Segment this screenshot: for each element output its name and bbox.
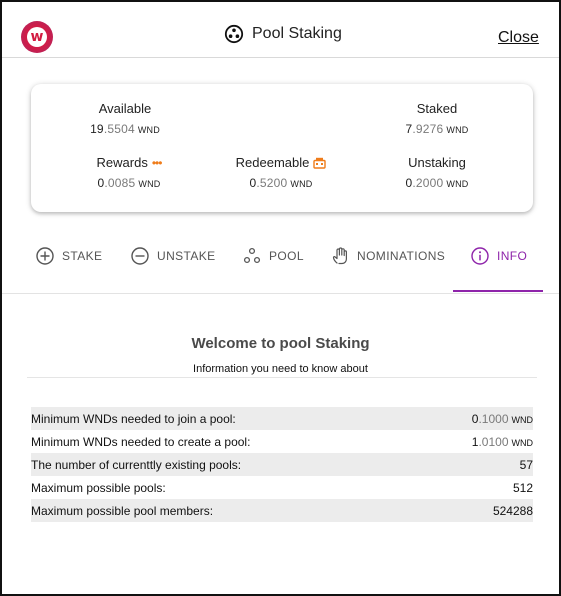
- welcome-subtitle: Information you need to know about: [193, 363, 368, 375]
- minus-circle-icon: [131, 247, 149, 265]
- row-label: The number of currenttly existing pools:: [31, 457, 242, 472]
- balances-card: Available 19.5504 WND Staked 7.9276 WND Re…: [31, 84, 533, 212]
- welcome-heading: Welcome to pool Staking: [191, 335, 370, 352]
- rewards-label: Rewards: [96, 155, 148, 170]
- page-title-group: Pool Staking: [224, 24, 342, 44]
- unstaking-label: Unstaking: [408, 155, 466, 170]
- row-label: Maximum possible pools:: [31, 480, 166, 495]
- redeemable-balance: Redeemable 0.5200 WND: [231, 154, 331, 190]
- tab-stake-label: STAKE: [62, 249, 103, 263]
- redeemable-label: Redeemable: [235, 155, 310, 170]
- table-row: Maximum possible pool members: 524288: [31, 499, 533, 522]
- plus-circle-icon: [36, 247, 54, 265]
- pool-icon: [243, 247, 261, 264]
- logo-letter: w: [27, 27, 47, 47]
- staked-balance: Staked 7.9276 WND: [387, 100, 487, 136]
- tab-nominations[interactable]: NOMINATIONS: [330, 238, 445, 294]
- table-row: The number of currenttly existing pools:…: [31, 453, 533, 476]
- pool-staking-icon: [224, 24, 244, 44]
- tab-nominations-label: NOMINATIONS: [357, 249, 446, 263]
- more-dots-icon[interactable]: •••: [152, 157, 163, 169]
- popup-window: w Pool Staking Close Available 19.5504 WN…: [0, 0, 561, 596]
- staking-tabs: STAKE UNSTAKE POOL NOMINATIONS INFO: [2, 238, 559, 294]
- info-icon: [471, 247, 489, 265]
- staked-value: 7.9276 WND: [405, 122, 469, 136]
- row-value: 0.1000 WND: [471, 411, 533, 426]
- row-value: 57: [519, 457, 533, 472]
- rewards-value: 0.0085 WND: [97, 176, 161, 190]
- row-label: Maximum possible pool members:: [31, 503, 214, 518]
- row-value: 1.0100 WND: [471, 434, 533, 449]
- table-row: Minimum WNDs needed to join a pool: 0.10…: [31, 407, 533, 430]
- available-balance: Available 19.5504 WND: [75, 100, 175, 136]
- redeem-icon[interactable]: [313, 157, 327, 169]
- tab-pool-label: POOL: [269, 249, 304, 263]
- row-label: Minimum WNDs needed to join a pool:: [31, 411, 236, 426]
- tab-stake[interactable]: STAKE: [35, 238, 102, 294]
- header: w Pool Staking Close: [2, 2, 559, 58]
- pool-info-table: Minimum WNDs needed to join a pool: 0.10…: [31, 407, 533, 522]
- row-value: 512: [512, 480, 533, 495]
- close-button[interactable]: Close: [498, 29, 539, 47]
- tab-unstake[interactable]: UNSTAKE: [130, 238, 216, 294]
- staked-label: Staked: [416, 101, 458, 116]
- active-tab-indicator: [453, 290, 543, 292]
- unstaking-value: 0.2000 WND: [405, 176, 469, 190]
- tab-unstake-label: UNSTAKE: [157, 249, 216, 263]
- unstaking-balance: Unstaking 0.2000 WND: [387, 154, 487, 190]
- available-label: Available: [98, 101, 152, 116]
- row-label: Minimum WNDs needed to create a pool:: [31, 434, 251, 449]
- page-title: Pool Staking: [252, 25, 342, 42]
- tab-pool[interactable]: POOL: [242, 238, 304, 294]
- table-row: Maximum possible pools: 512: [31, 476, 533, 499]
- available-value: 19.5504 WND: [90, 122, 160, 136]
- polkagate-logo: w: [21, 21, 53, 53]
- row-value: 524288: [492, 503, 533, 518]
- redeemable-value: 0.5200 WND: [249, 176, 313, 190]
- table-row: Minimum WNDs needed to create a pool: 1.…: [31, 430, 533, 453]
- tab-info-label: INFO: [497, 249, 528, 263]
- section-divider: [27, 377, 537, 378]
- hand-icon: [332, 247, 347, 265]
- rewards-balance: Rewards ••• 0.0085 WND: [79, 154, 179, 190]
- tab-info[interactable]: INFO: [470, 238, 527, 294]
